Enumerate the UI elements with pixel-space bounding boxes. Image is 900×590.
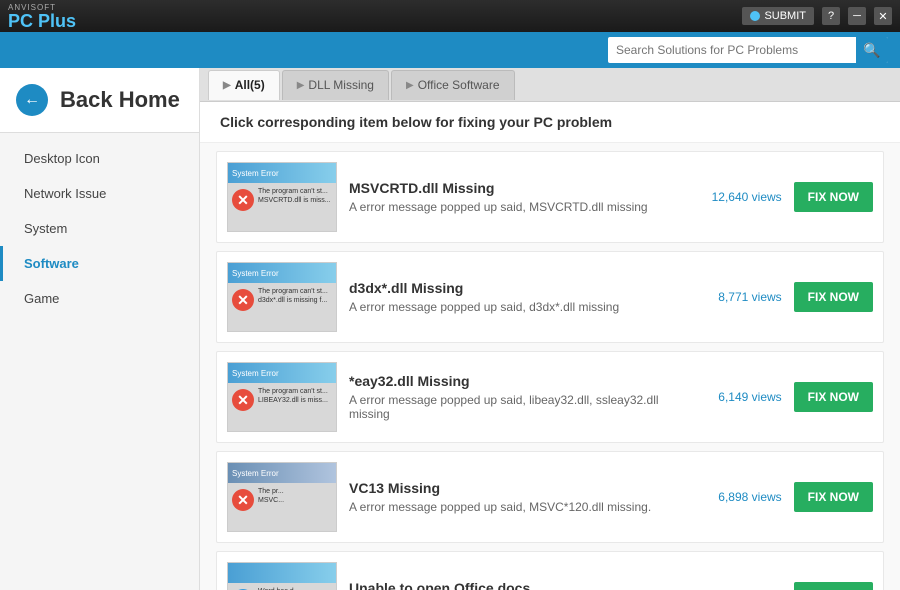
fix-now-button[interactable]: FIX NOW <box>794 482 873 512</box>
item-title: MSVCRTD.dll Missing <box>349 180 690 196</box>
list-item: System Error ✕ The program can't st... d… <box>216 251 884 343</box>
tab-all-arrow: ▶ <box>223 80 231 91</box>
thumb-titlebar: System Error <box>228 263 336 283</box>
search-input[interactable] <box>608 43 856 57</box>
back-home-label: Back Home <box>60 87 180 113</box>
sidebar-nav: Desktop Icon Network Issue System Softwa… <box>0 133 199 324</box>
thumb-text: The program can't st... LIBEAY32.dll is … <box>258 387 328 405</box>
thumb-body: ? Word has d... want to sta... <box>228 583 336 590</box>
sidebar: ← Back Home Desktop Icon Network Issue S… <box>0 68 200 590</box>
back-arrow-icon: ← <box>16 84 48 116</box>
thumb-text: The pr... MSVC... <box>258 487 284 505</box>
item-thumbnail: System Error ✕ The program can't st... M… <box>227 162 337 232</box>
item-title: d3dx*.dll Missing <box>349 280 690 296</box>
item-info: d3dx*.dll Missing A error message popped… <box>349 280 690 314</box>
app-logo: ANVISOFT PC Plus <box>8 3 76 30</box>
submit-button[interactable]: SUBMIT <box>742 7 814 25</box>
sidebar-item-network-issue[interactable]: Network Issue <box>0 176 199 211</box>
list-item: System Error ✕ The program can't st... L… <box>216 351 884 443</box>
tab-dll-missing[interactable]: ▶ DLL Missing <box>282 70 389 100</box>
thumb-body: ✕ The program can't st... LIBEAY32.dll i… <box>228 383 336 431</box>
sidebar-item-system[interactable]: System <box>0 211 199 246</box>
item-desc: A error message popped up said, libeay32… <box>349 393 690 421</box>
titlebar: ANVISOFT PC Plus SUBMIT ? ─ ✕ <box>0 0 900 32</box>
submit-label: SUBMIT <box>764 10 806 22</box>
tab-all-label: All(5) <box>235 78 265 92</box>
thumb-titlebar: System Error <box>228 363 336 383</box>
help-button[interactable]: ? <box>822 7 840 25</box>
item-thumbnail: System Error ✕ The program can't st... L… <box>227 362 337 432</box>
item-info: Unable to open Office docs Can't open Wo… <box>349 580 690 590</box>
item-views: 12,640 views <box>702 190 782 204</box>
tab-office-label: Office Software <box>418 78 500 92</box>
content-header: Click corresponding item below for fixin… <box>200 102 900 143</box>
tab-dll-arrow: ▶ <box>297 80 305 91</box>
error-icon: ✕ <box>232 389 254 411</box>
item-desc: A error message popped up said, MSVCRTD.… <box>349 200 690 214</box>
back-home-button[interactable]: ← Back Home <box>0 68 199 133</box>
error-icon: ✕ <box>232 489 254 511</box>
tab-office-arrow: ▶ <box>406 80 414 91</box>
sidebar-item-game[interactable]: Game <box>0 281 199 316</box>
submit-dot <box>750 11 760 21</box>
fix-now-button[interactable]: FIX NOW <box>794 382 873 412</box>
thumb-body: ✕ The pr... MSVC... <box>228 483 336 531</box>
search-button[interactable]: 🔍 <box>856 37 888 63</box>
window-controls: SUBMIT ? ─ ✕ <box>742 7 892 25</box>
item-meta: 6,898 views FIX NOW <box>702 482 873 512</box>
item-desc: A error message popped up said, MSVC*120… <box>349 500 690 514</box>
item-info: MSVCRTD.dll Missing A error message popp… <box>349 180 690 214</box>
fix-now-button[interactable]: FIX NOW <box>794 182 873 212</box>
main-layout: ← Back Home Desktop Icon Network Issue S… <box>0 68 900 590</box>
fix-now-button[interactable]: FIX NOW <box>794 582 873 590</box>
search-wrap: 🔍 <box>608 37 888 63</box>
list-item: ? Word has d... want to sta... Unable to… <box>216 551 884 590</box>
content-header-text: Click corresponding item below for fixin… <box>220 114 612 130</box>
searchbar: 🔍 <box>0 32 900 68</box>
tab-office-software[interactable]: ▶ Office Software <box>391 70 515 100</box>
sidebar-item-desktop-icon[interactable]: Desktop Icon <box>0 141 199 176</box>
thumb-titlebar <box>228 563 336 583</box>
item-desc: A error message popped up said, d3dx*.dl… <box>349 300 690 314</box>
list-item: System Error ✕ The program can't st... M… <box>216 151 884 243</box>
tabs-bar: ▶ All(5) ▶ DLL Missing ▶ Office Software <box>200 68 900 102</box>
thumb-body: ✕ The program can't st... MSVCRTD.dll is… <box>228 183 336 231</box>
close-button[interactable]: ✕ <box>874 7 892 25</box>
item-title: VC13 Missing <box>349 480 690 496</box>
item-views: 8,771 views <box>702 290 782 304</box>
minimize-button[interactable]: ─ <box>848 7 866 25</box>
item-info: VC13 Missing A error message popped up s… <box>349 480 690 514</box>
error-icon: ✕ <box>232 189 254 211</box>
thumb-text: The program can't st... MSVCRTD.dll is m… <box>258 187 331 205</box>
thumb-body: ✕ The program can't st... d3dx*.dll is m… <box>228 283 336 331</box>
pcplus-label: PC Plus <box>8 12 76 30</box>
item-meta: 6,149 views FIX NOW <box>702 382 873 412</box>
list-item: System Error ✕ The pr... MSVC... VC13 Mi… <box>216 451 884 543</box>
fix-now-button[interactable]: FIX NOW <box>794 282 873 312</box>
thumb-text: The program can't st... d3dx*.dll is mis… <box>258 287 328 305</box>
item-title: Unable to open Office docs <box>349 580 690 590</box>
item-thumbnail: System Error ✕ The pr... MSVC... <box>227 462 337 532</box>
item-title: *eay32.dll Missing <box>349 373 690 389</box>
item-meta: 6,579 views FIX NOW <box>702 582 873 590</box>
item-thumbnail: ? Word has d... want to sta... <box>227 562 337 590</box>
item-views: 6,898 views <box>702 490 782 504</box>
item-meta: 12,640 views FIX NOW <box>702 182 873 212</box>
thumb-titlebar: System Error <box>228 163 336 183</box>
sidebar-item-software[interactable]: Software <box>0 246 199 281</box>
content-area: ▶ All(5) ▶ DLL Missing ▶ Office Software… <box>200 68 900 590</box>
item-info: *eay32.dll Missing A error message poppe… <box>349 373 690 421</box>
item-thumbnail: System Error ✕ The program can't st... d… <box>227 262 337 332</box>
thumb-titlebar: System Error <box>228 463 336 483</box>
item-views: 6,149 views <box>702 390 782 404</box>
tab-all[interactable]: ▶ All(5) <box>208 70 280 100</box>
items-list: System Error ✕ The program can't st... M… <box>200 143 900 590</box>
item-meta: 8,771 views FIX NOW <box>702 282 873 312</box>
tab-dll-label: DLL Missing <box>308 78 374 92</box>
error-icon: ✕ <box>232 289 254 311</box>
